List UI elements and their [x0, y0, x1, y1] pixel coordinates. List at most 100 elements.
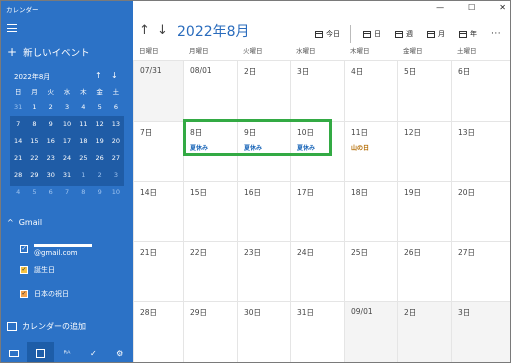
- mini-calendar-day[interactable]: 24: [59, 150, 75, 167]
- mini-calendar-day[interactable]: 1: [26, 99, 42, 116]
- day-cell[interactable]: 3日: [290, 60, 344, 121]
- mini-calendar-prev-icon[interactable]: ↑: [95, 71, 102, 80]
- mini-calendar-day[interactable]: 31: [59, 167, 75, 184]
- day-cell[interactable]: 3日: [451, 301, 510, 362]
- day-cell[interactable]: 08/01: [183, 60, 237, 121]
- day-cell[interactable]: 21日: [133, 241, 183, 301]
- hamburger-menu-icon[interactable]: [7, 24, 17, 32]
- mini-calendar-day[interactable]: 26: [91, 150, 107, 167]
- mini-calendar-day[interactable]: 9: [91, 184, 107, 201]
- mini-calendar-day[interactable]: 30: [43, 167, 59, 184]
- mini-calendar-day[interactable]: 14: [10, 133, 26, 150]
- mini-calendar-day[interactable]: 8: [75, 184, 91, 201]
- day-cell[interactable]: 31日: [290, 301, 344, 362]
- mini-calendar-day[interactable]: 6: [108, 99, 124, 116]
- mini-calendar-day[interactable]: 2: [91, 167, 107, 184]
- calendar-item-birthday[interactable]: ✓ 誕生日: [20, 265, 55, 275]
- calendar-app-button[interactable]: [27, 342, 54, 362]
- close-icon[interactable]: ✕: [499, 3, 506, 12]
- add-calendar-button[interactable]: カレンダーの追加: [7, 321, 86, 332]
- day-view-button[interactable]: 日: [363, 29, 381, 39]
- day-cell[interactable]: 6日: [451, 60, 510, 121]
- mini-calendar-day[interactable]: 21: [10, 150, 26, 167]
- account-gmail-header[interactable]: ^ Gmail: [7, 218, 42, 227]
- calendar-item-holidays[interactable]: ✓ 日本の祝日: [20, 289, 69, 299]
- day-cell[interactable]: 15日: [183, 181, 237, 241]
- mini-calendar-day[interactable]: 16: [43, 133, 59, 150]
- mini-calendar-day[interactable]: 3: [108, 167, 124, 184]
- settings-button[interactable]: ⚙: [107, 342, 133, 362]
- mini-calendar-day[interactable]: 20: [108, 133, 124, 150]
- day-cell[interactable]: 19日: [397, 181, 451, 241]
- mini-calendar-day[interactable]: 1: [75, 167, 91, 184]
- day-cell[interactable]: 26日: [397, 241, 451, 301]
- mini-calendar-day[interactable]: 13: [108, 116, 124, 133]
- mini-calendar-day[interactable]: 10: [108, 184, 124, 201]
- day-cell[interactable]: 7日: [133, 121, 183, 181]
- mini-calendar-day[interactable]: 11: [75, 116, 91, 133]
- mini-calendar-day[interactable]: 3: [59, 99, 75, 116]
- people-app-button[interactable]: ᴿᴬ: [54, 342, 80, 362]
- previous-month-icon[interactable]: ↑: [139, 23, 150, 38]
- day-cell[interactable]: 12日: [397, 121, 451, 181]
- calendar-item-email[interactable]: ✓ @gmail.com: [20, 241, 133, 257]
- day-cell[interactable]: 25日: [344, 241, 397, 301]
- month-view-button[interactable]: 月: [427, 29, 445, 39]
- mini-calendar-day[interactable]: 4: [75, 99, 91, 116]
- day-cell[interactable]: 23日: [237, 241, 290, 301]
- day-cell[interactable]: 17日: [290, 181, 344, 241]
- checkbox-checked-icon[interactable]: ✓: [20, 266, 28, 274]
- mini-calendar-day[interactable]: 27: [108, 150, 124, 167]
- mini-calendar-day[interactable]: 4: [10, 184, 26, 201]
- more-options-icon[interactable]: ···: [491, 29, 501, 39]
- day-cell[interactable]: 11日 山の日: [344, 121, 397, 181]
- day-cell[interactable]: 5日: [397, 60, 451, 121]
- checkbox-checked-icon[interactable]: ✓: [20, 290, 28, 298]
- day-cell[interactable]: 29日: [183, 301, 237, 362]
- day-cell[interactable]: 20日: [451, 181, 510, 241]
- day-cell[interactable]: 22日: [183, 241, 237, 301]
- day-cell[interactable]: 16日: [237, 181, 290, 241]
- checkbox-checked-icon[interactable]: ✓: [20, 245, 28, 253]
- mini-calendar-day[interactable]: 5: [91, 99, 107, 116]
- mini-calendar-day[interactable]: 17: [59, 133, 75, 150]
- day-cell[interactable]: 14日: [133, 181, 183, 241]
- mini-calendar-day[interactable]: 7: [10, 116, 26, 133]
- mini-calendar-day[interactable]: 22: [26, 150, 42, 167]
- mini-calendar-day[interactable]: 25: [75, 150, 91, 167]
- mini-calendar-day[interactable]: 2: [43, 99, 59, 116]
- minimize-icon[interactable]: —: [436, 3, 444, 12]
- mini-calendar-day[interactable]: 15: [26, 133, 42, 150]
- day-cell[interactable]: 28日: [133, 301, 183, 362]
- mini-calendar-day[interactable]: 18: [75, 133, 91, 150]
- day-cell[interactable]: 09/01: [344, 301, 397, 362]
- mini-calendar-day[interactable]: 6: [43, 184, 59, 201]
- mini-calendar-day[interactable]: 23: [43, 150, 59, 167]
- maximize-icon[interactable]: ☐: [468, 3, 475, 12]
- mini-calendar-day[interactable]: 31: [10, 99, 26, 116]
- mini-calendar-day[interactable]: 5: [26, 184, 42, 201]
- year-view-button[interactable]: 年: [459, 29, 477, 39]
- day-cell[interactable]: 24日: [290, 241, 344, 301]
- mini-calendar-day[interactable]: 7: [59, 184, 75, 201]
- new-event-button[interactable]: + 新しいイベント: [7, 45, 90, 59]
- today-button[interactable]: 今日: [315, 29, 340, 39]
- day-cell[interactable]: 13日: [451, 121, 510, 181]
- day-cell[interactable]: 07/31: [133, 60, 183, 121]
- day-cell[interactable]: 4日: [344, 60, 397, 121]
- mini-calendar-day[interactable]: 9: [43, 116, 59, 133]
- day-cell[interactable]: 18日: [344, 181, 397, 241]
- event-label[interactable]: 山の日: [351, 143, 397, 152]
- week-view-button[interactable]: 週: [395, 29, 413, 39]
- day-cell[interactable]: 2日: [237, 60, 290, 121]
- day-cell[interactable]: 2日: [397, 301, 451, 362]
- mini-calendar-day[interactable]: 8: [26, 116, 42, 133]
- day-cell[interactable]: 27日: [451, 241, 510, 301]
- next-month-icon[interactable]: ↓: [157, 23, 168, 38]
- mini-calendar-day[interactable]: 28: [10, 167, 26, 184]
- mini-calendar-day[interactable]: 29: [26, 167, 42, 184]
- mail-app-button[interactable]: [1, 342, 27, 362]
- mini-calendar-day[interactable]: 10: [59, 116, 75, 133]
- mini-calendar-next-icon[interactable]: ↓: [111, 71, 118, 80]
- mini-calendar-day[interactable]: 12: [91, 116, 107, 133]
